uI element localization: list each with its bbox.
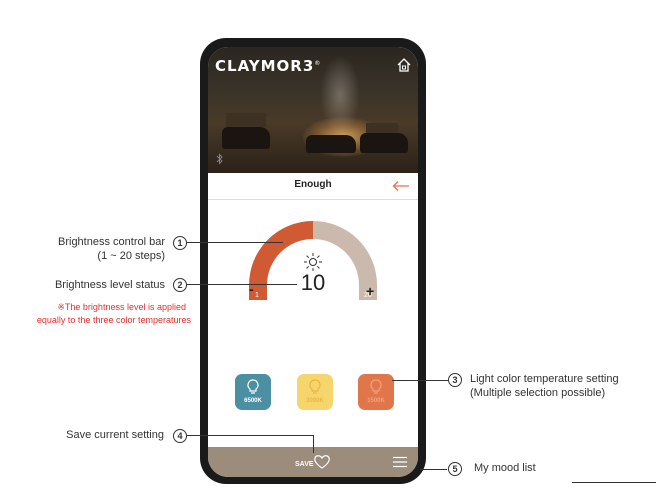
color-temp-label: 6500K	[244, 398, 262, 404]
car-right	[360, 133, 408, 153]
title-bar: Enough	[208, 173, 418, 200]
annotation-2-note-2: equally to the three color temperatures	[36, 315, 191, 325]
app-screen: CLAYMOR3® Enough 1 20 10 - + 6500K 3000K…	[208, 47, 418, 477]
car-left	[222, 127, 270, 149]
brand-logo: CLAYMOR3®	[215, 57, 322, 75]
decorative-rule	[572, 482, 656, 483]
annotation-5-leader	[420, 469, 447, 470]
annotation-1-leader	[187, 242, 283, 243]
annotation-2-title: Brightness level status	[54, 279, 165, 291]
phone-frame: CLAYMOR3® Enough 1 20 10 - + 6500K 3000K…	[200, 38, 426, 484]
roof-tent-right	[366, 123, 398, 133]
home-icon[interactable]	[396, 57, 412, 73]
bulb-icon	[247, 379, 259, 394]
annotation-2-note-1: ※The brightness level is applied	[57, 302, 186, 312]
save-button-label[interactable]: SAVE	[295, 461, 314, 468]
annotation-3-title: Light color temperature setting	[470, 373, 619, 385]
color-temp-6500k-button[interactable]: 6500K	[235, 374, 271, 410]
annotation-4-leader	[187, 435, 313, 436]
car-middle	[306, 135, 356, 153]
color-temp-1500k-button[interactable]: 1500K	[358, 374, 394, 410]
bulb-icon	[309, 379, 321, 394]
annotation-3-number: 3	[448, 373, 462, 387]
annotation-2-leader	[187, 284, 297, 285]
annotation-4-leader-drop	[313, 435, 314, 453]
hero-image: CLAYMOR3®	[208, 47, 418, 173]
annotation-4-number: 4	[173, 429, 187, 443]
annotation-1-number: 1	[173, 236, 187, 250]
annotation-5-title: My mood list	[474, 462, 536, 474]
annotation-1-sub: (1 ~ 20 steps)	[97, 250, 165, 262]
brightness-increase-button[interactable]: +	[366, 283, 374, 299]
annotation-3-leader	[392, 380, 448, 381]
color-temp-3000k-button[interactable]: 3000K	[297, 374, 333, 410]
menu-icon[interactable]	[393, 456, 407, 468]
color-temp-label: 1500K	[367, 398, 385, 404]
annotation-5-number: 5	[448, 462, 462, 476]
brightness-level-status: 10	[300, 270, 326, 295]
bluetooth-icon	[216, 153, 223, 165]
screen-title: Enough	[294, 179, 332, 190]
gauge-min-label: 1	[255, 292, 259, 299]
annotation-1-title: Brightness control bar	[58, 236, 165, 248]
roof-tent	[226, 113, 266, 127]
annotation-4-title: Save current setting	[66, 429, 164, 441]
annotation-2-number: 2	[173, 278, 187, 292]
back-arrow-icon[interactable]	[392, 180, 410, 192]
annotation-3-sub: (Multiple selection possible)	[470, 387, 606, 399]
heart-save-icon[interactable]	[313, 453, 331, 471]
color-temp-label: 3000K	[306, 398, 324, 404]
bulb-icon	[370, 379, 382, 394]
